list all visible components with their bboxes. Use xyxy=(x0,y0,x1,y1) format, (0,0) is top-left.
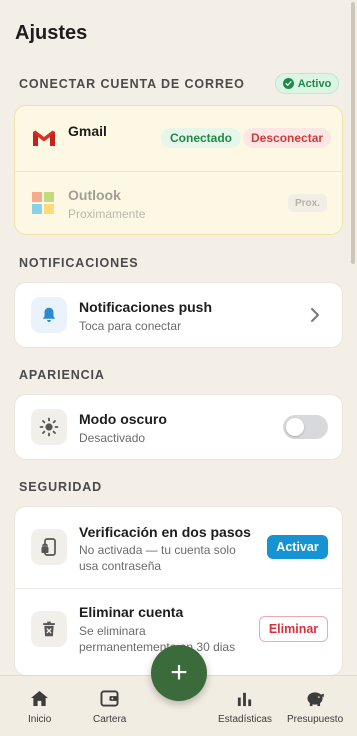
push-notifications-row[interactable]: Notificaciones push Toca para conectar xyxy=(14,282,343,348)
section-label-notifications: NOTIFICACIONES xyxy=(19,256,139,270)
scrollbar[interactable] xyxy=(351,2,355,264)
gmail-logo-icon xyxy=(31,128,57,153)
wallet-icon xyxy=(100,690,119,710)
nav-item-cartera[interactable]: Cartera xyxy=(93,690,126,725)
email-accounts-card: Gmail Conectado Desconectar Outlook Prox… xyxy=(14,105,343,235)
dark-mode-title: Modo oscuro xyxy=(79,411,167,427)
status-badge-label: Activo xyxy=(297,77,332,90)
push-title: Notificaciones push xyxy=(79,299,213,315)
two-factor-subtitle-line2: usa contraseña xyxy=(79,559,162,573)
trash-icon xyxy=(31,611,67,647)
nav-label-cartera: Cartera xyxy=(93,714,127,725)
chevron-right-icon xyxy=(310,307,320,328)
activate-2fa-button[interactable]: Activar xyxy=(267,535,328,559)
outlook-label: Outlook xyxy=(68,187,121,203)
two-factor-title: Verificación en dos pasos xyxy=(79,524,251,540)
delete-account-title: Eliminar cuenta xyxy=(79,604,184,620)
add-button[interactable]: + xyxy=(151,645,207,701)
check-circle-icon xyxy=(282,78,294,89)
two-factor-row: Verificación en dos pasos No activada — … xyxy=(15,507,342,588)
nav-item-estadisticas[interactable]: Estadísticas xyxy=(218,690,272,725)
bell-icon xyxy=(31,297,67,333)
page-title: Ajustes xyxy=(15,22,88,44)
piggy-bank-icon xyxy=(305,690,326,710)
disconnect-button[interactable]: Desconectar xyxy=(243,128,332,148)
dark-mode-row: Modo oscuro Desactivado xyxy=(14,394,343,460)
section-label-email: CONECTAR CUENTA DE CORREO xyxy=(19,77,245,91)
gmail-row: Gmail Conectado Desconectar xyxy=(15,106,342,171)
home-icon xyxy=(30,690,49,710)
section-label-appearance: APARIENCIA xyxy=(19,368,105,382)
nav-label-presupuesto: Presupuesto xyxy=(287,714,344,725)
coming-soon-badge: Prox. xyxy=(288,194,328,212)
delete-account-subtitle-line1: Se eliminara xyxy=(79,624,146,638)
bar-chart-icon xyxy=(236,690,253,710)
connected-badge: Conectado xyxy=(161,128,242,148)
phone-lock-icon xyxy=(31,529,67,565)
settings-screen: Ajustes CONECTAR CUENTA DE CORREO Activo… xyxy=(0,0,357,736)
microsoft-logo-icon xyxy=(32,192,54,219)
push-subtitle: Toca para conectar xyxy=(79,319,182,333)
sun-icon xyxy=(31,409,67,445)
gmail-label: Gmail xyxy=(68,123,107,139)
section-label-security: SEGURIDAD xyxy=(19,480,103,494)
nav-item-presupuesto[interactable]: Presupuesto xyxy=(287,690,343,725)
outlook-subtitle: Proximamente xyxy=(68,207,146,221)
dark-mode-toggle[interactable] xyxy=(283,415,328,439)
dark-mode-subtitle: Desactivado xyxy=(79,431,146,445)
nav-label-estadisticas: Estadísticas xyxy=(218,714,272,725)
status-badge: Activo xyxy=(275,73,339,94)
nav-label-inicio: Inicio xyxy=(28,714,52,725)
toggle-knob xyxy=(286,418,304,436)
two-factor-subtitle-line1: No activada — tu cuenta solo xyxy=(79,543,236,557)
delete-account-button[interactable]: Eliminar xyxy=(259,616,328,642)
nav-item-inicio[interactable]: Inicio xyxy=(28,690,51,725)
